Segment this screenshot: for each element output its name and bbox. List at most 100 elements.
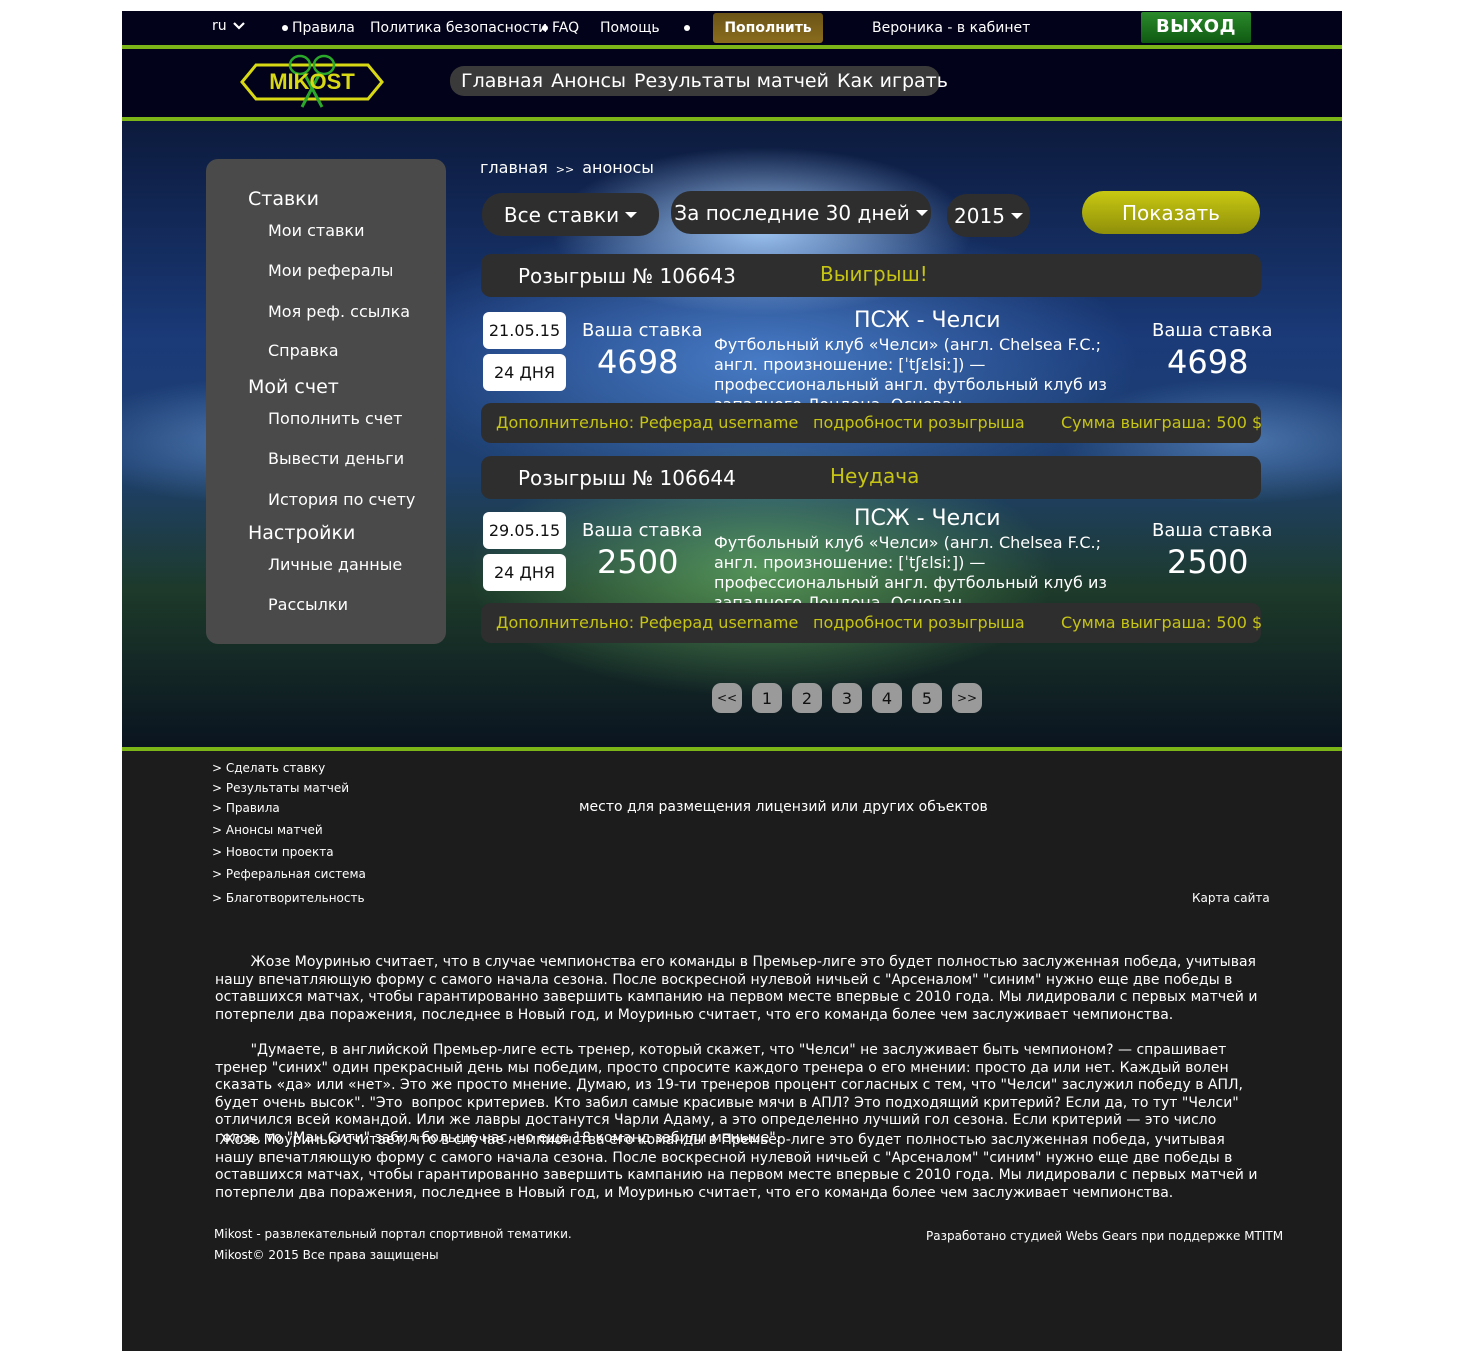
- draw-details-link[interactable]: подробности розыгрыша: [813, 613, 1025, 632]
- draw-days-left: 24 ДНЯ: [483, 554, 566, 591]
- draw-number: Розыгрыш № 106643: [518, 264, 736, 288]
- caret-down-icon: [625, 211, 638, 218]
- show-button[interactable]: Показать: [1082, 191, 1260, 234]
- draw-result: Выигрыш!: [820, 262, 928, 286]
- sidebar-item-help[interactable]: Справка: [268, 341, 339, 360]
- footer-article-paragraph: Жозе Моуринью считает, что в случае чемп…: [215, 1132, 1262, 1201]
- topbar-link-help[interactable]: Помощь: [600, 20, 660, 36]
- stake-label: Ваша ставка: [582, 320, 703, 341]
- topbar-link-label: FAQ: [552, 20, 580, 36]
- footer-link-make-bet[interactable]: > Сделать ставку: [212, 761, 325, 775]
- logo-icon: MIKOST: [240, 54, 384, 108]
- topup-button[interactable]: Пополнить: [713, 13, 823, 43]
- page-button[interactable]: 5: [912, 683, 942, 713]
- topbar-link-rules[interactable]: Правила: [282, 20, 355, 36]
- topbar-link-faq[interactable]: FAQ: [542, 20, 579, 36]
- topbar-link-label: Помощь: [600, 20, 660, 36]
- footer-about: Mikost - развлекательный портал спортивн…: [214, 1227, 572, 1241]
- user-cabinet-link[interactable]: Вероника - в кабинет: [872, 20, 1030, 36]
- topbar-link-privacy[interactable]: Политика безопасности: [370, 20, 547, 36]
- footer-link-announcements[interactable]: > Анонсы матчей: [212, 823, 323, 837]
- page-button[interactable]: 2: [792, 683, 822, 713]
- breadcrumb-current: аноносы: [582, 158, 654, 177]
- page-first-button[interactable]: <<: [712, 683, 742, 713]
- logout-button[interactable]: ВЫХОД: [1141, 12, 1251, 43]
- chevron-down-icon: [233, 22, 245, 30]
- topbar-link-label: Политика безопасности: [370, 20, 548, 36]
- topbar-link-label: Правила: [292, 20, 355, 36]
- sidebar-heading-account: Мой счет: [248, 376, 339, 398]
- pagination: << 1 2 3 4 5 >>: [712, 683, 992, 713]
- year-filter-select[interactable]: 2015: [947, 194, 1030, 237]
- stake-value: 4698: [597, 343, 679, 381]
- breadcrumb: главная >> аноносы: [480, 158, 654, 177]
- caret-down-icon: [1010, 212, 1023, 219]
- win-sum: Сумма выиграша: 500 $: [1061, 613, 1263, 632]
- draw-result: Неудача: [830, 464, 920, 488]
- footer-article-paragraph: Жозе Моуринью считает, что в случае чемп…: [215, 954, 1262, 1023]
- nav-item-home[interactable]: Главная: [458, 70, 546, 92]
- top-bar: ru Правила Политика безопасности FAQ Пом…: [122, 11, 1342, 45]
- page-last-button[interactable]: >>: [952, 683, 982, 713]
- logo-text: MIKOST: [269, 69, 355, 94]
- stake-value: 4698: [1167, 343, 1249, 381]
- period-filter-value: За последние 30 дней: [674, 200, 910, 225]
- sidebar-item-mailings[interactable]: Рассылки: [268, 595, 348, 614]
- stake-label: Ваша ставка: [582, 520, 703, 541]
- nav-item-how-to-play[interactable]: Как играть: [834, 70, 951, 92]
- referral-info: Дополнительно: Реферад username: [496, 613, 799, 632]
- breadcrumb-separator: >>: [555, 163, 575, 176]
- page: ru Правила Политика безопасности FAQ Пом…: [122, 11, 1342, 1351]
- draw-header[interactable]: Розыгрыш № 106643 Выигрыш!: [481, 254, 1261, 297]
- footer-link-charity[interactable]: > Благотворительность: [212, 891, 365, 905]
- sidebar-item-my-bets[interactable]: Мои ставки: [268, 221, 365, 240]
- referral-info: Дополнительно: Реферад username: [496, 413, 799, 432]
- nav-item-results[interactable]: Результаты матчей: [631, 70, 832, 92]
- stake-value: 2500: [1167, 543, 1249, 581]
- caret-down-icon: [915, 209, 928, 216]
- stake-label: Ваша ставка: [1152, 520, 1273, 541]
- draw-header[interactable]: Розыгрыш № 106644 Неудача: [481, 456, 1261, 499]
- main-nav: Главная Анонсы Результаты матчей Как игр…: [450, 66, 948, 96]
- sidebar-item-deposit[interactable]: Пополнить счет: [268, 409, 402, 428]
- draw-number: Розыгрыш № 106644: [518, 466, 736, 490]
- footer-link-referral[interactable]: > Реферальная система: [212, 867, 366, 881]
- page-button[interactable]: 3: [832, 683, 862, 713]
- footer-link-news[interactable]: > Новости проекта: [212, 845, 334, 859]
- period-filter-select[interactable]: За последние 30 дней: [671, 191, 931, 234]
- sidebar-heading-bets: Ставки: [248, 188, 319, 210]
- logo[interactable]: MIKOST: [238, 53, 386, 111]
- page-button[interactable]: 1: [752, 683, 782, 713]
- draw-date: 29.05.15: [483, 512, 566, 549]
- bullet-icon: [542, 25, 548, 31]
- year-filter-value: 2015: [954, 203, 1005, 228]
- bets-filter-select[interactable]: Все ставки: [482, 193, 659, 236]
- language-select[interactable]: ru: [212, 18, 245, 34]
- footer-link-rules[interactable]: > Правила: [212, 801, 280, 815]
- stake-label: Ваша ставка: [1152, 320, 1273, 341]
- sitemap-link[interactable]: Карта сайта: [1192, 891, 1270, 905]
- topbar-separator: [684, 20, 694, 36]
- copyright: Mikost© 2015 Все права защищены: [214, 1248, 439, 1262]
- nav-item-announcements[interactable]: Анонсы: [548, 70, 629, 92]
- content-area: Ставки Мои ставки Мои рефералы Моя реф. …: [122, 121, 1342, 747]
- sidebar-item-history[interactable]: История по счету: [268, 490, 415, 509]
- sidebar: Ставки Мои ставки Мои рефералы Моя реф. …: [206, 159, 446, 644]
- page-button[interactable]: 4: [872, 683, 902, 713]
- match-title[interactable]: ПСЖ - Челси: [854, 506, 1001, 531]
- match-description: Футбольный клуб «Челси» (англ. Chelsea F…: [714, 533, 1107, 612]
- draw-days-left: 24 ДНЯ: [483, 354, 566, 391]
- header: MIKOST Главная Анонсы Результаты матчей …: [122, 49, 1342, 117]
- draw-details-link[interactable]: подробности розыгрыша: [813, 413, 1025, 432]
- bets-filter-value: Все ставки: [503, 202, 620, 227]
- language-label: ru: [212, 18, 227, 34]
- breadcrumb-home[interactable]: главная: [480, 158, 548, 177]
- match-title[interactable]: ПСЖ - Челси: [854, 308, 1001, 333]
- footer-link-results[interactable]: > Результаты матчей: [212, 781, 349, 795]
- sidebar-item-withdraw[interactable]: Вывести деньги: [268, 449, 404, 468]
- win-sum: Сумма выиграша: 500 $: [1061, 413, 1263, 432]
- sidebar-item-ref-link[interactable]: Моя реф. ссылка: [268, 302, 410, 321]
- sidebar-item-personal-data[interactable]: Личные данные: [268, 555, 402, 574]
- bullet-icon: [282, 25, 288, 31]
- sidebar-item-my-referrals[interactable]: Мои рефералы: [268, 261, 393, 280]
